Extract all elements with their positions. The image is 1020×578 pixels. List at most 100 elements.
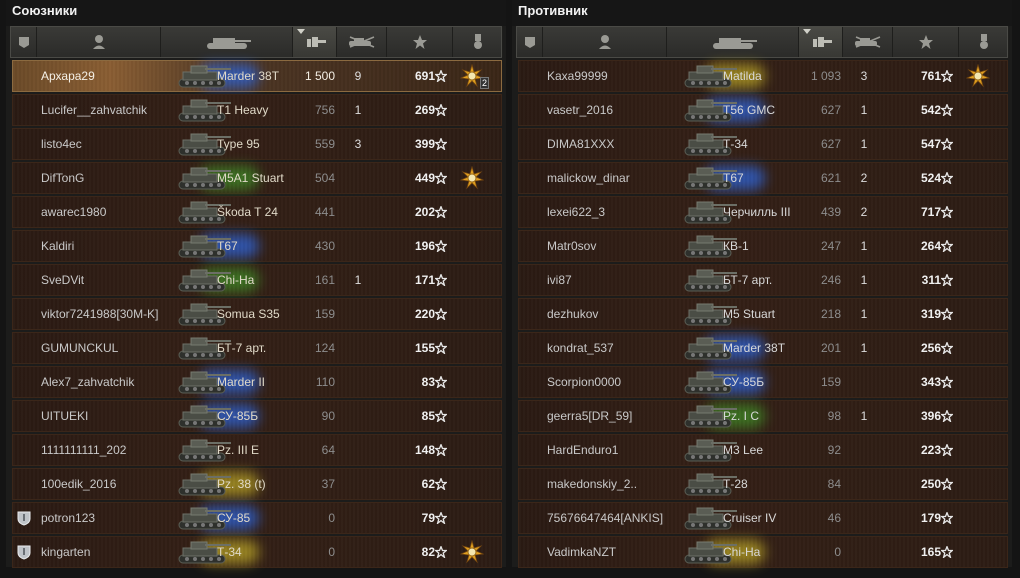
header-platoon-column[interactable]: [517, 27, 543, 57]
player-name: DIMA81XXX: [547, 137, 615, 151]
header-experience-column[interactable]: [799, 27, 843, 57]
experience-value: 98: [827, 409, 841, 423]
player-row[interactable]: Kaldiri T67 430 196: [12, 230, 502, 262]
experience-value: 92: [827, 443, 841, 457]
experience-value: 246: [820, 273, 841, 287]
score-value: 250: [920, 477, 941, 491]
clan-shield-icon: [17, 503, 33, 533]
frags-icon: [346, 35, 378, 49]
player-row[interactable]: Lucifer__zahvatchik T1 Heavy 756 1 269: [12, 94, 502, 126]
player-row[interactable]: GUMUNCKUL БТ-7 арт. 124 155: [12, 332, 502, 364]
player-name: listo4ec: [41, 137, 82, 151]
player-row[interactable]: kondrat_537 Marder 38T 201 1 256: [518, 332, 1008, 364]
star-icon: [941, 435, 953, 465]
frags-value: 1: [860, 137, 868, 151]
frags-value: 3: [860, 69, 868, 83]
experience-value: 1 093: [810, 69, 841, 83]
header-frags-column[interactable]: [843, 27, 893, 57]
sort-caret-icon: [297, 29, 305, 34]
player-row[interactable]: ivi87 БТ-7 арт. 246 1 311: [518, 264, 1008, 296]
experience-value: 247: [820, 239, 841, 253]
player-icon: [598, 34, 612, 50]
score-value: 269: [414, 103, 435, 117]
player-row[interactable]: dezhukov M5 Stuart 218 1 319: [518, 298, 1008, 330]
score-value: 171: [414, 273, 435, 287]
header-tank-column[interactable]: [161, 27, 293, 57]
score-value: 319: [920, 307, 941, 321]
player-row[interactable]: Архара29 Marder 38T 1 500 9 691 2: [12, 60, 502, 92]
player-row[interactable]: geerra5[DR_59] Pz. I C 98 1 396: [518, 400, 1008, 432]
player-row[interactable]: 1111111111_202 Pz. III E 64 148: [12, 434, 502, 466]
header-frags-column[interactable]: [337, 27, 387, 57]
player-row[interactable]: Kaxa99999 Matilda 1 093 3 761: [518, 60, 1008, 92]
frags-value: 1: [354, 273, 362, 287]
star-icon: [435, 333, 447, 363]
score-value: 542: [920, 103, 941, 117]
frags-value: 2: [860, 205, 868, 219]
header-platoon-column[interactable]: [11, 27, 37, 57]
header-medal-column[interactable]: [959, 27, 1009, 57]
player-row[interactable]: malickow_dinar T67 621 2 524: [518, 162, 1008, 194]
player-row[interactable]: 100edik_2016 Pz. 38 (t) 37 62: [12, 468, 502, 500]
player-name: HardEnduro1: [547, 443, 619, 457]
header-medal-column[interactable]: [453, 27, 503, 57]
star-icon: [941, 503, 953, 533]
player-row[interactable]: potron123 СУ-85 0 79: [12, 502, 502, 534]
medal-icon: [472, 33, 484, 51]
star-icon: [941, 367, 953, 397]
star-icon: [941, 95, 953, 125]
player-name: malickow_dinar: [547, 171, 630, 185]
score-value: 165: [920, 545, 941, 559]
player-row[interactable]: 75676647464[ANKIS] Cruiser IV 46 179: [518, 502, 1008, 534]
experience-value: 504: [314, 171, 335, 185]
player-row[interactable]: Scorpion0000 СУ-85Б 159 343: [518, 366, 1008, 398]
frags-value: [854, 469, 874, 499]
experience-value: 627: [820, 103, 841, 117]
experience-icon: [304, 34, 326, 50]
header-star-column[interactable]: [893, 27, 959, 57]
player-row[interactable]: kingarten Т-34 0 82: [12, 536, 502, 568]
player-name: viktor7241988[30M-K]: [41, 307, 159, 321]
enemies-panel: Противник Kaxa99999 Matilda 1 093 3 761 vaset…: [512, 0, 1012, 568]
star-icon: [941, 129, 953, 159]
player-icon: [92, 34, 106, 50]
medal-icon: [457, 537, 487, 567]
score-value: 761: [920, 69, 941, 83]
player-name: lexei622_3: [547, 205, 606, 219]
score-value: 82: [421, 545, 435, 559]
header-star-column[interactable]: [387, 27, 453, 57]
player-row[interactable]: makedonskiy_2.. Т-28 84 250: [518, 468, 1008, 500]
player-row[interactable]: VadimkaNZT Chi-Ha 0 165: [518, 536, 1008, 568]
player-name: Kaxa99999: [547, 69, 608, 83]
star-icon: [941, 299, 953, 329]
player-row[interactable]: SveDVit Chi-Ha 161 1 171: [12, 264, 502, 296]
experience-value: 46: [827, 511, 841, 525]
player-row[interactable]: vasetr_2016 T56 GMC 627 1 542: [518, 94, 1008, 126]
player-row[interactable]: HardEnduro1 M3 Lee 92 223: [518, 434, 1008, 466]
player-row[interactable]: DifTonG M5A1 Stuart 504 449: [12, 162, 502, 194]
header-tank-column[interactable]: [667, 27, 799, 57]
player-name: 1111111111_202: [41, 443, 127, 457]
frags-value: 1: [860, 273, 868, 287]
star-icon: [412, 34, 428, 50]
header-player-column[interactable]: [37, 27, 161, 57]
star-icon: [941, 537, 953, 567]
star-icon: [435, 129, 447, 159]
player-row[interactable]: listo4ec Type 95 559 3 399: [12, 128, 502, 160]
experience-value: 201: [820, 341, 841, 355]
player-row[interactable]: lexei622_3 Черчилль III 439 2 717: [518, 196, 1008, 228]
clan-shield-icon: [17, 537, 33, 567]
player-row[interactable]: viktor7241988[30M-K] Somua S35 159 220: [12, 298, 502, 330]
player-name: Архара29: [41, 69, 95, 83]
player-row[interactable]: Alex7_zahvatchik Marder II 110 83: [12, 366, 502, 398]
header-player-column[interactable]: [543, 27, 667, 57]
player-row[interactable]: DIMA81XXX Т-34 627 1 547: [518, 128, 1008, 160]
player-row[interactable]: Matr0sov КВ-1 247 1 264: [518, 230, 1008, 262]
experience-value: 218: [820, 307, 841, 321]
player-name: SveDVit: [41, 273, 85, 287]
header-experience-column[interactable]: [293, 27, 337, 57]
frags-value: [348, 503, 368, 533]
player-row[interactable]: awarec1980 Škoda T 24 441 202: [12, 196, 502, 228]
star-icon: [435, 503, 447, 533]
player-row[interactable]: UITUEKI СУ-85Б 90 85: [12, 400, 502, 432]
